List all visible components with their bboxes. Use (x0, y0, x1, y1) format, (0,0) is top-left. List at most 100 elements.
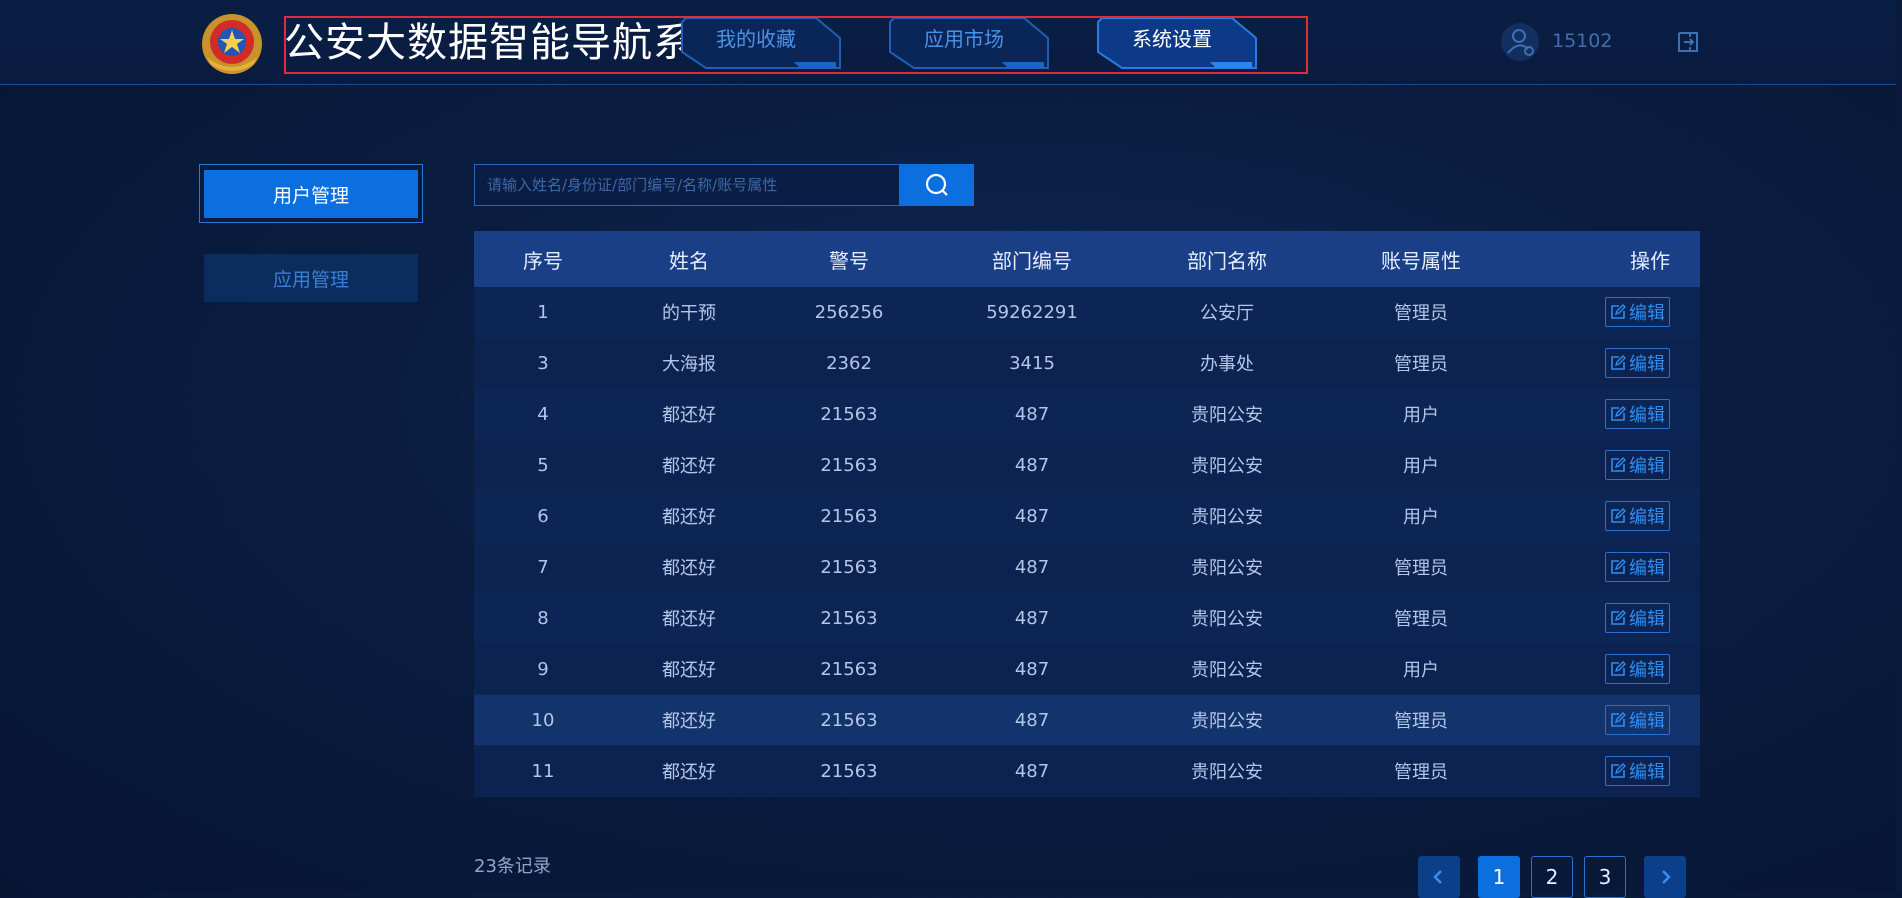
search-button[interactable] (900, 164, 974, 206)
table-cell: 都还好 (662, 405, 716, 426)
edit-button[interactable]: 编辑 (1605, 399, 1670, 429)
search-icon (925, 173, 948, 196)
edit-button[interactable]: 编辑 (1605, 654, 1670, 684)
edit-button[interactable]: 编辑 (1605, 450, 1670, 480)
table-cell: 8 (537, 607, 549, 629)
edit-icon (1611, 355, 1626, 370)
table-cell: 贵阳公安 (1191, 558, 1263, 579)
table-cell: 487 (1014, 607, 1050, 629)
table-cell-action: 编辑 (1520, 297, 1700, 327)
table-body: 1 的干预 256256 59262291 公安厅 管理员 编辑 3 大海报 2362 3415 办事… (474, 287, 1700, 797)
table-cell: 487 (1014, 658, 1050, 680)
table-cell: 贵阳公安 (1191, 507, 1263, 528)
table-cell: 21563 (820, 709, 878, 731)
table-row: 5 都还好 21563 487 贵阳公安 用户 编辑 (474, 440, 1700, 491)
table-cell-action: 编辑 (1520, 501, 1700, 531)
table-cell: 21563 (820, 607, 878, 629)
edit-icon (1611, 304, 1626, 319)
next-page-button[interactable] (1644, 856, 1686, 898)
table-cell: 的干预 (662, 303, 716, 324)
edit-icon (1611, 712, 1626, 727)
table-cell: 都还好 (662, 762, 716, 783)
chevron-left-icon (1433, 870, 1442, 884)
edit-button[interactable]: 编辑 (1605, 705, 1670, 735)
sidebar-item-user-management[interactable]: 用户管理 (204, 170, 418, 218)
table-cell: 大海报 (662, 354, 716, 375)
edit-label: 编辑 (1629, 558, 1665, 579)
table-cell-action: 编辑 (1520, 450, 1700, 480)
table-cell: 21563 (820, 403, 878, 425)
user-name[interactable]: 15102 (1552, 30, 1612, 52)
table-cell-action: 编辑 (1520, 603, 1700, 633)
table-cell: 487 (1014, 403, 1050, 425)
table-cell: 21563 (820, 760, 878, 782)
table-cell: 都还好 (662, 558, 716, 579)
page-2-button[interactable]: 2 (1531, 856, 1573, 898)
table-cell: 用户 (1403, 456, 1439, 477)
table-cell: 487 (1014, 505, 1050, 527)
table-cell: 11 (531, 760, 555, 782)
edit-button[interactable]: 编辑 (1605, 348, 1670, 378)
edit-button[interactable]: 编辑 (1605, 603, 1670, 633)
edit-icon (1611, 559, 1626, 574)
window-edge (1896, 0, 1902, 891)
police-emblem-icon (202, 14, 262, 74)
table-cell: 21563 (820, 556, 878, 578)
column-header: 部门编号 (992, 248, 1072, 273)
table-cell: 管理员 (1394, 711, 1448, 732)
table-cell-action: 编辑 (1520, 348, 1700, 378)
column-header: 账号属性 (1381, 248, 1461, 273)
edit-button[interactable]: 编辑 (1605, 501, 1670, 531)
tab-label: 我的收藏 (716, 26, 796, 51)
edit-label: 编辑 (1629, 405, 1665, 426)
table-cell-action: 编辑 (1520, 756, 1700, 786)
table-cell: 用户 (1403, 405, 1439, 426)
sidebar-item-label: 应用管理 (272, 268, 349, 291)
edit-button[interactable]: 编辑 (1605, 297, 1670, 327)
edit-icon (1611, 763, 1626, 778)
table-cell: 贵阳公安 (1191, 762, 1263, 783)
table-cell: 7 (537, 556, 549, 578)
table-cell: 管理员 (1394, 303, 1448, 324)
sidebar-item-app-management[interactable]: 应用管理 (204, 254, 418, 302)
logout-icon[interactable] (1676, 30, 1700, 54)
table-cell: 21563 (820, 454, 878, 476)
page-1-button[interactable]: 1 (1478, 856, 1520, 898)
edit-label: 编辑 (1629, 762, 1665, 783)
page-3-button[interactable]: 3 (1584, 856, 1626, 898)
table-row: 4 都还好 21563 487 贵阳公安 用户 编辑 (474, 389, 1700, 440)
table-cell: 10 (531, 709, 555, 731)
table-cell: 487 (1014, 454, 1050, 476)
top-header: 公安大数据智能导航系统 我的收藏 应用市场 系统设置 15102 (0, 0, 1902, 85)
table-cell: 都还好 (662, 711, 716, 732)
table-row: 9 都还好 21563 487 贵阳公安 用户 编辑 (474, 644, 1700, 695)
edit-button[interactable]: 编辑 (1605, 756, 1670, 786)
table-cell: 4 (537, 403, 549, 425)
table-cell: 3 (537, 352, 549, 374)
column-header: 操作 (1630, 248, 1670, 273)
table-cell: 5 (537, 454, 549, 476)
table-cell: 贵阳公安 (1191, 456, 1263, 477)
edit-label: 编辑 (1629, 507, 1665, 528)
table-cell: 都还好 (662, 507, 716, 528)
table-cell: 用户 (1403, 660, 1439, 681)
table-cell: 1 (537, 301, 549, 323)
edit-icon (1611, 457, 1626, 472)
table-cell: 贵阳公安 (1191, 609, 1263, 630)
table-cell: 256256 (814, 301, 884, 323)
user-table: 序号 姓名 警号 部门编号 部门名称 账号属性 操作 1 的干预 256256 592… (474, 231, 1700, 797)
edit-icon (1611, 661, 1626, 676)
table-row: 1 的干预 256256 59262291 公安厅 管理员 编辑 (474, 287, 1700, 338)
column-header: 部门名称 (1187, 248, 1267, 273)
edit-label: 编辑 (1629, 711, 1665, 732)
user-avatar-icon[interactable] (1500, 22, 1540, 62)
table-row: 6 都还好 21563 487 贵阳公安 用户 编辑 (474, 491, 1700, 542)
table-cell: 都还好 (662, 456, 716, 477)
table-cell: 487 (1014, 709, 1050, 731)
prev-page-button[interactable] (1418, 856, 1460, 898)
edit-label: 编辑 (1629, 456, 1665, 477)
edit-label: 编辑 (1629, 354, 1665, 375)
search-input[interactable] (475, 165, 899, 205)
edit-button[interactable]: 编辑 (1605, 552, 1670, 582)
table-cell: 487 (1014, 760, 1050, 782)
